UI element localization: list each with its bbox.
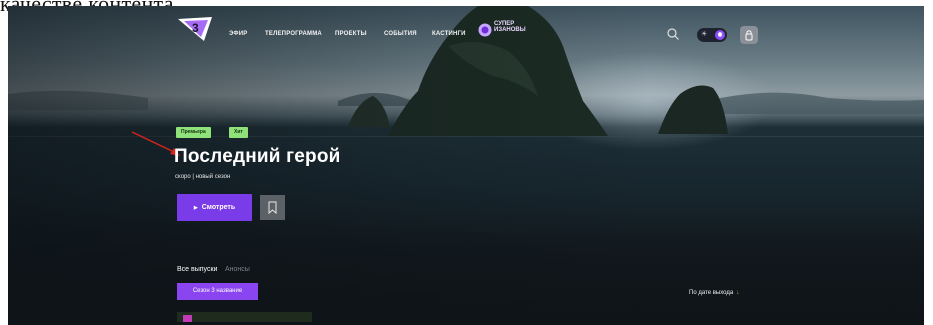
show-subtitle: скоро | новый сезон bbox=[175, 174, 231, 180]
nav-item-efir[interactable]: ЭФИР bbox=[229, 31, 247, 37]
profile-button[interactable] bbox=[740, 26, 758, 44]
watch-button-label: Смотреть bbox=[201, 204, 236, 211]
theme-toggle[interactable]: ☀ bbox=[697, 28, 727, 42]
channel-logo[interactable]: 3 bbox=[178, 15, 216, 43]
hero-bottom-fade bbox=[8, 205, 924, 325]
watch-button[interactable]: ▶ Смотреть bbox=[177, 194, 252, 221]
nav-item-castings[interactable]: КАСТИНГИ bbox=[432, 31, 466, 37]
sort-button[interactable]: По дате выхода ↓ bbox=[689, 290, 739, 296]
arrow-down-icon: ↓ bbox=[736, 290, 740, 296]
search-icon[interactable] bbox=[666, 27, 680, 41]
tag-hit: Хит bbox=[229, 127, 248, 138]
nav-item-projects[interactable]: ПРОЕКТЫ bbox=[335, 31, 367, 37]
sort-label: По дате выхода bbox=[689, 290, 734, 296]
hero-banner bbox=[8, 6, 924, 325]
show-title: Последний герой bbox=[174, 146, 341, 167]
nav-item-events[interactable]: СОБЫТИЯ bbox=[384, 31, 417, 37]
bookmark-icon bbox=[268, 201, 277, 215]
tab-announcements[interactable]: Анонсы bbox=[225, 266, 250, 273]
tag-premiere: Премьера bbox=[176, 127, 211, 138]
promo-badge-icon[interactable] bbox=[478, 23, 492, 37]
sun-icon: ☀ bbox=[701, 31, 708, 38]
promo-label[interactable]: СУПЕР ИЗАНОВЫ bbox=[494, 21, 534, 33]
tab-all-episodes[interactable]: Все выпуски bbox=[177, 266, 217, 273]
nav-item-tv-guide[interactable]: ТЕЛЕПРОГРАММА bbox=[265, 31, 322, 37]
moon-icon bbox=[715, 30, 725, 40]
play-icon: ▶ bbox=[193, 204, 198, 211]
bookmark-button[interactable] bbox=[260, 195, 285, 220]
svg-text:3: 3 bbox=[192, 21, 199, 35]
lock-icon bbox=[745, 30, 753, 41]
episode-badge bbox=[183, 315, 192, 322]
season-select-button[interactable]: Сезон 3 название bbox=[177, 283, 258, 300]
episode-card[interactable] bbox=[177, 312, 312, 322]
